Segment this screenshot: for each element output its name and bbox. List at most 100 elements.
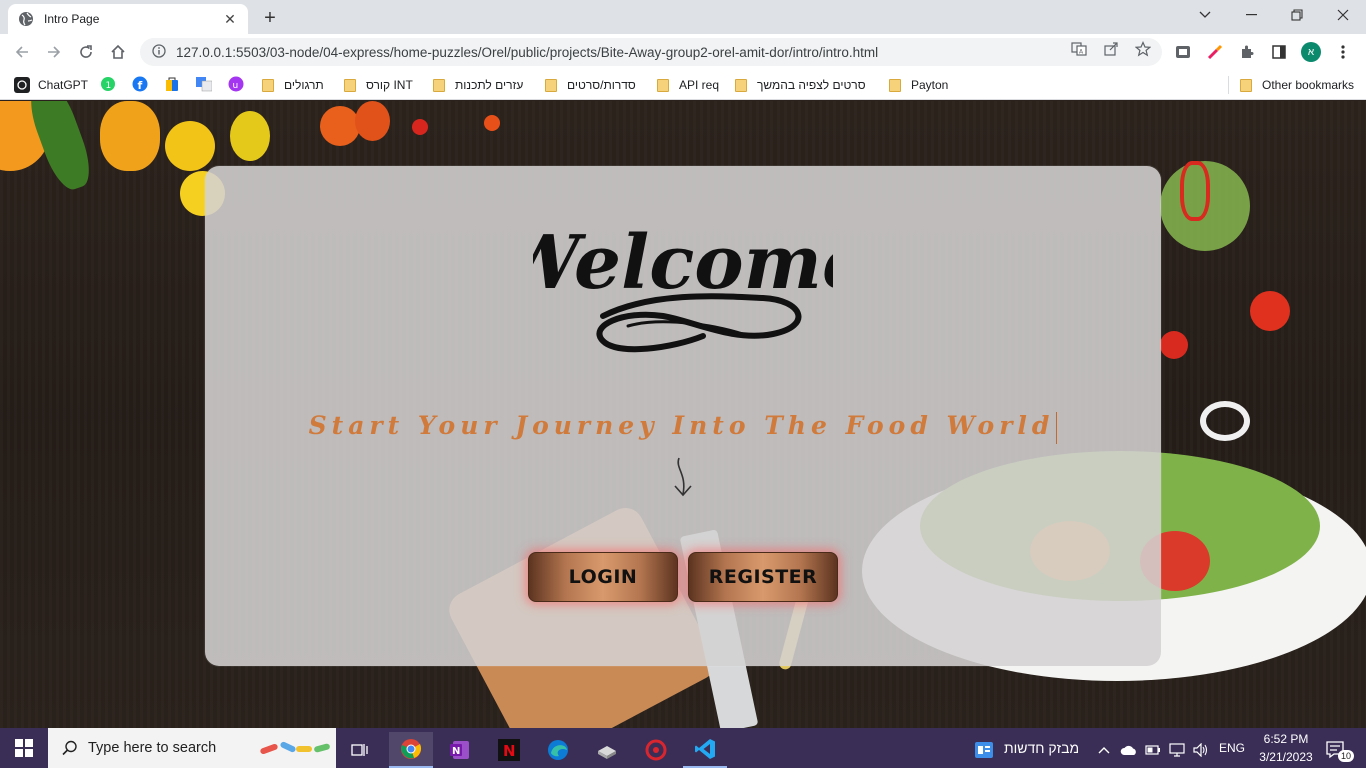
netflix-icon[interactable]: N	[487, 732, 531, 768]
bookmark-exercises[interactable]: תרגולים	[262, 76, 324, 94]
tab-strip: Intro Page ✕ +	[0, 0, 1366, 34]
red-app-icon[interactable]	[634, 732, 678, 768]
folder-icon	[545, 78, 557, 92]
svg-text:N: N	[503, 742, 516, 760]
browser-toolbar: 127.0.0.1:5503/03-node/04-express/home-p…	[0, 34, 1366, 70]
news-label[interactable]: מבזק חדשות	[1004, 740, 1079, 756]
bookmark-api-req[interactable]: API req	[657, 76, 719, 94]
tagline-text: Start Your Journey Into The Food World	[308, 411, 1055, 440]
close-window-button[interactable]	[1320, 0, 1366, 30]
clock-date[interactable]: 3/21/2023	[1252, 750, 1320, 764]
text-caret	[1056, 411, 1058, 444]
bookmark-payton[interactable]: Payton	[889, 76, 948, 94]
bookmark-translate[interactable]	[196, 76, 213, 94]
share-icon[interactable]	[1102, 40, 1120, 58]
udemy-icon: u	[228, 76, 244, 95]
battery-icon[interactable]	[1142, 732, 1164, 768]
forward-button[interactable]	[42, 40, 66, 64]
svg-text:1: 1	[106, 81, 112, 91]
bookmark-label: תרגולים	[284, 78, 324, 92]
bookmark-facebook[interactable]: f	[132, 76, 148, 94]
svg-text:N: N	[452, 746, 460, 757]
volume-icon[interactable]	[1190, 732, 1212, 768]
bookmark-movies-watch[interactable]: סרטים לצפיה בהמשך	[735, 76, 866, 94]
bookmark-udemy[interactable]: u	[228, 76, 244, 94]
back-button[interactable]	[10, 40, 34, 64]
task-view-icon[interactable]	[338, 732, 382, 768]
windows-start-icon[interactable]	[2, 730, 46, 766]
bookmark-shopping[interactable]	[164, 76, 180, 94]
onedrive-icon[interactable]	[1118, 732, 1140, 768]
welcome-heading: Welcome	[533, 220, 833, 306]
search-placeholder: Type here to search	[88, 740, 217, 756]
vscode-icon[interactable]	[683, 732, 727, 768]
folder-icon	[433, 78, 445, 92]
site-info-icon[interactable]	[152, 43, 166, 61]
windows-taskbar: Type here to search N N מבזק חדשות ENG 6…	[0, 728, 1366, 768]
news-widget-icon[interactable]	[962, 732, 1006, 768]
shopping-bag-icon	[164, 76, 180, 95]
bookmark-code-helpers[interactable]: עזרים לתכנות	[433, 76, 523, 94]
new-tab-button[interactable]: +	[258, 6, 282, 30]
taskbar-search-box[interactable]: Type here to search	[48, 728, 336, 768]
bookmark-int-course[interactable]: קורס INT	[344, 76, 413, 94]
bookmark-label: סדרות/סרטים	[567, 78, 636, 92]
clock-time[interactable]: 6:52 PM	[1256, 732, 1316, 746]
tab-title: Intro Page	[44, 12, 100, 26]
folder-icon	[735, 78, 747, 92]
page-viewport: Welcome Start Your Journey Into The Food…	[0, 101, 1366, 728]
chevron-up-icon[interactable]	[1094, 732, 1114, 768]
register-button[interactable]: REGISTER	[688, 552, 838, 602]
close-tab-icon[interactable]: ✕	[222, 11, 238, 27]
bookmark-whatsapp[interactable]: 1	[100, 76, 116, 94]
home-button[interactable]	[106, 40, 130, 64]
whatsapp-icon: 1	[100, 76, 116, 95]
restore-button[interactable]	[1274, 0, 1320, 30]
side-panel-icon[interactable]	[1270, 43, 1288, 61]
bookmark-label: API req	[679, 78, 720, 92]
search-icon	[62, 740, 78, 756]
minimize-button[interactable]	[1228, 0, 1274, 30]
menu-dots-icon[interactable]	[1334, 43, 1352, 61]
color-picker-icon[interactable]	[1206, 43, 1224, 61]
address-bar[interactable]: 127.0.0.1:5503/03-node/04-express/home-p…	[140, 38, 1162, 66]
chatgpt-icon	[14, 77, 30, 93]
bookmarks-bar: ChatGPT 1 f u תרגולים קורס INT עזרים לתכ…	[0, 70, 1366, 100]
bookmark-label: Other bookmarks	[1262, 78, 1355, 92]
bookmark-label: Payton	[911, 78, 949, 92]
chrome-taskbar-icon[interactable]	[389, 732, 433, 768]
books-app-icon[interactable]	[585, 732, 629, 768]
bookmarks-divider	[1228, 76, 1229, 94]
folder-icon	[1240, 78, 1252, 92]
network-icon[interactable]	[1166, 732, 1188, 768]
edge-icon[interactable]	[536, 732, 580, 768]
extensions-puzzle-icon[interactable]	[1238, 43, 1256, 61]
svg-text:f: f	[138, 79, 143, 92]
folder-icon	[344, 78, 356, 92]
welcome-script-graphic: Welcome	[533, 220, 833, 353]
language-indicator[interactable]: ENG	[1219, 741, 1245, 755]
intro-card: Welcome Start Your Journey Into The Food…	[205, 166, 1161, 666]
bookmark-other[interactable]: Other bookmarks	[1240, 76, 1354, 94]
svg-text:u: u	[233, 81, 239, 91]
translate-icon[interactable]: A	[1070, 40, 1088, 58]
search-highlight-icon	[258, 740, 332, 758]
bookmark-label: ChatGPT	[38, 78, 89, 92]
extension-1-icon[interactable]	[1174, 43, 1192, 61]
bookmark-label: עזרים לתכנות	[455, 78, 524, 92]
notifications-icon[interactable]: 10	[1316, 732, 1356, 768]
url-text: 127.0.0.1:5503/03-node/04-express/home-p…	[176, 44, 879, 60]
bookmark-star-icon[interactable]	[1134, 40, 1152, 58]
reload-button[interactable]	[74, 40, 98, 64]
onenote-icon[interactable]: N	[438, 732, 482, 768]
bookmark-series-movies[interactable]: סדרות/סרטים	[545, 76, 636, 94]
login-button[interactable]: LOGIN	[528, 552, 678, 602]
facebook-icon: f	[132, 76, 148, 95]
tagline: Start Your Journey Into The Food World	[205, 411, 1161, 444]
profile-avatar[interactable]: א	[1301, 42, 1321, 62]
bookmark-label: קורס INT	[366, 78, 413, 92]
browser-tab[interactable]: Intro Page ✕	[8, 4, 248, 34]
tab-search-icon[interactable]	[1182, 0, 1228, 30]
bookmark-chatgpt[interactable]: ChatGPT	[14, 76, 88, 94]
bookmark-label: סרטים לצפיה בהמשך	[757, 78, 866, 92]
